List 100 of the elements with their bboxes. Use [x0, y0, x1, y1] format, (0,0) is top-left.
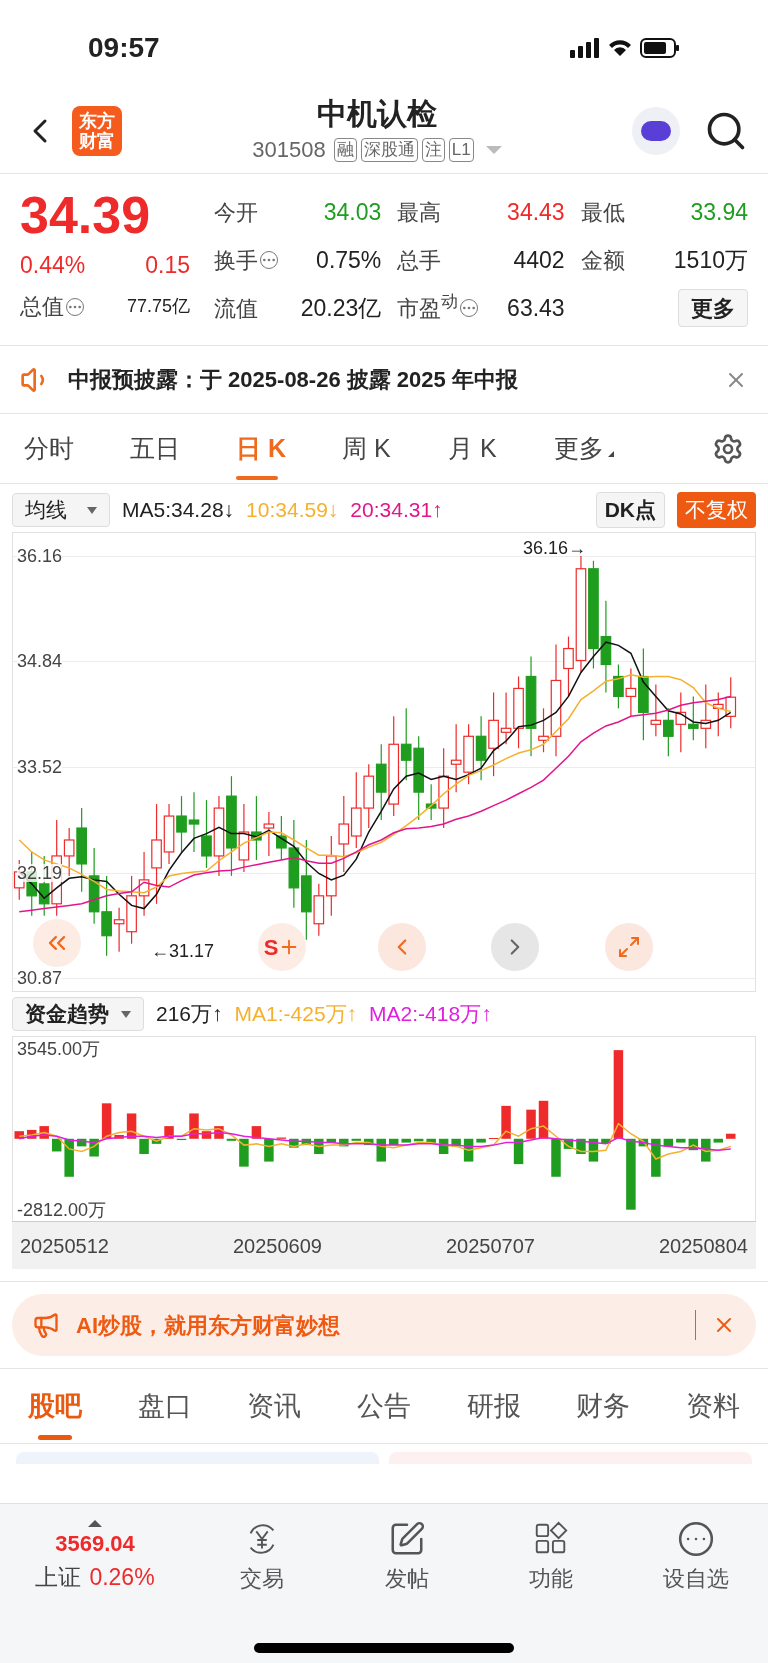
bar [64, 1138, 74, 1177]
logo-text: 东方 [79, 110, 115, 131]
date-axis-label: 20250707 [446, 1233, 535, 1259]
expand-icon [617, 935, 641, 959]
indicator-selector[interactable]: 资金趋势 [12, 997, 144, 1031]
section-tab[interactable]: 财务 [576, 1368, 631, 1444]
ma-value: MA5:34.28↓ [122, 497, 235, 524]
more-button[interactable]: 更多 [678, 289, 748, 327]
nav-item[interactable]: 发帖 [351, 1520, 462, 1595]
bar [713, 1138, 724, 1143]
stat-value: 34.03 [323, 197, 382, 227]
robot-avatar-icon[interactable] [632, 106, 680, 155]
bar [101, 1103, 112, 1139]
bar [613, 1050, 624, 1139]
candlestick [613, 663, 624, 709]
bar [626, 1138, 636, 1210]
section-tab[interactable]: 资料 [685, 1368, 740, 1444]
current-price: 34.39 [20, 186, 152, 244]
candlestick [500, 691, 512, 745]
chart-tab[interactable]: 月 K [448, 413, 554, 484]
indicator-selector[interactable]: 均线 [12, 493, 110, 527]
low-marker-label: ←31.17 [151, 940, 215, 963]
date-axis-label: 20250804 [659, 1233, 748, 1259]
wifi-icon [608, 39, 632, 57]
candlestick [687, 695, 699, 741]
stat-value: 20.23亿 [300, 293, 382, 323]
high-marker-label: 36.16→ [523, 537, 587, 560]
stat-label: 流值 [214, 294, 258, 323]
stat-label: 市盈$^{动}$ [397, 291, 459, 323]
stat-label: 最低 [580, 198, 625, 227]
stock-tag: L1 [448, 137, 474, 162]
candlestick [563, 635, 574, 697]
ma-value: 10:34.59↓ [246, 497, 339, 524]
stock-tag: 深股通 [360, 137, 418, 162]
candlestick [201, 799, 212, 869]
section-tab[interactable]: 资讯 [247, 1368, 302, 1444]
candlestick [188, 791, 200, 853]
index-name: 上证 [35, 1563, 82, 1592]
section-tab[interactable]: 盘口 [137, 1368, 192, 1444]
stat-label: 金额 [580, 246, 625, 275]
change-percent: 0.44% [20, 251, 86, 280]
megaphone-icon [32, 1311, 60, 1339]
nav-item[interactable]: 交易 [207, 1520, 318, 1595]
candlestick [650, 683, 662, 737]
candlestick [176, 795, 187, 853]
index-change: 0.26% [89, 1563, 155, 1592]
section-tab[interactable]: 股吧 [28, 1368, 82, 1444]
bar [351, 1138, 362, 1141]
bar [239, 1138, 249, 1167]
ma-value: 20:34.31↑ [350, 497, 443, 524]
bar [676, 1138, 686, 1143]
battery-icon [640, 38, 680, 58]
logo-text: 财富 [79, 130, 115, 151]
chart-tab[interactable]: 更多 [554, 413, 660, 484]
stat-value: 33.94 [690, 197, 748, 227]
dropdown-caret-icon [485, 145, 502, 154]
stock-tag: 注 [421, 137, 445, 162]
fund-axis-label: -2812.00万 [17, 1200, 107, 1220]
up-triangle-icon [88, 1520, 102, 1527]
bar [501, 1105, 511, 1139]
chart-tab[interactable]: 周 K [342, 413, 448, 484]
stat-label: 换手 [214, 246, 258, 275]
price-axis-label: 36.16 [17, 547, 63, 565]
date-axis-label: 20250512 [20, 1233, 109, 1259]
bar [726, 1133, 736, 1139]
status-time: 09:57 [88, 31, 160, 65]
candlestick [538, 707, 549, 753]
bar [139, 1138, 149, 1154]
stock-code: 301508 [252, 136, 326, 164]
chart-tab[interactable]: 分时 [24, 413, 130, 484]
nav-item[interactable]: 功能 [496, 1520, 607, 1595]
price-axis-label: 33.52 [17, 757, 63, 776]
stock-tag: 融 [333, 137, 357, 162]
s-plus-button[interactable]: S [258, 923, 306, 971]
fullscreen-button[interactable] [605, 923, 653, 971]
stat-value: 63.43 [507, 293, 565, 323]
stat-label: 今开 [214, 198, 258, 227]
fund-flow-value: MA1:-425万↑ [234, 1001, 358, 1028]
fund-flow-value: 216万↑ [156, 1001, 223, 1028]
price-axis-label: 30.87 [17, 969, 63, 987]
scroll-start-button[interactable] [33, 919, 81, 967]
section-tab[interactable]: 研报 [466, 1368, 521, 1444]
settings-icon[interactable] [712, 432, 744, 465]
notice-text[interactable]: 中报预披露：于 2025-08-26 披露 2025 年中报 [68, 363, 724, 396]
stock-name: 中机认检 [317, 96, 437, 132]
candlestick [63, 827, 75, 877]
bar [651, 1138, 661, 1177]
section-tab[interactable]: 公告 [356, 1368, 411, 1444]
nav-item[interactable]: 设自选 [640, 1520, 751, 1595]
stat-value: 34.43 [507, 197, 565, 227]
more-icon [676, 1520, 715, 1558]
candlestick [475, 715, 487, 781]
chart-tab[interactable]: 五日 [130, 413, 236, 484]
index-widget[interactable]: 3569.04 上证 0.26% [0, 1520, 190, 1595]
stat-label: 最高 [397, 198, 442, 227]
dk-button[interactable]: DK点 [595, 492, 665, 528]
candlestick [625, 667, 637, 717]
fund-axis-label: 3545.00万 [17, 1039, 101, 1059]
date-axis-label: 20250609 [233, 1233, 322, 1259]
bar [526, 1109, 536, 1139]
